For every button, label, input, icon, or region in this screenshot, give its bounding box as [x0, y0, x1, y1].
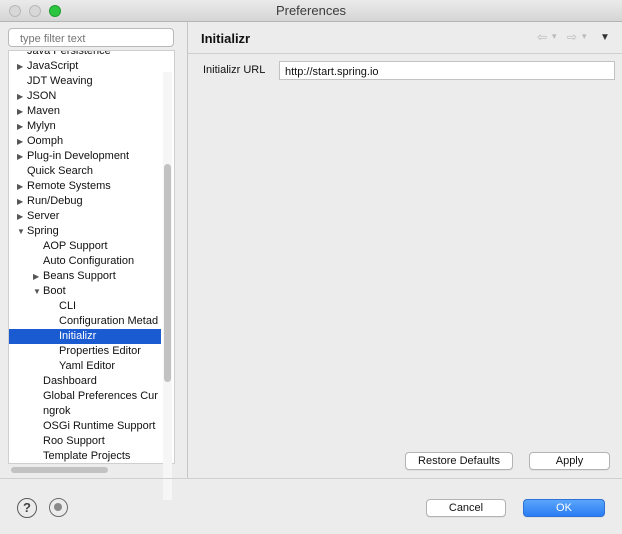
tree-item[interactable]: Template Projects — [9, 449, 161, 463]
header-separator — [188, 53, 622, 54]
collapse-triangle-icon[interactable]: ▶ — [17, 194, 23, 209]
collapse-triangle-icon[interactable]: ▶ — [17, 59, 23, 74]
tree-item[interactable]: ▼ Spring — [9, 224, 161, 239]
help-icon[interactable]: ? — [17, 498, 37, 518]
cancel-button[interactable]: Cancel — [426, 499, 506, 517]
tree-item-label: Roo Support — [43, 435, 105, 447]
tree-item-label: Server — [27, 210, 60, 222]
tree-item[interactable]: ▶ Run/Debug — [9, 194, 161, 209]
footer-separator — [0, 478, 622, 479]
tree-item-label: JDT Weaving — [27, 75, 93, 87]
tree-item[interactable]: OSGi Runtime Support — [9, 419, 161, 434]
tree-item-label: Yaml Editor — [59, 360, 116, 372]
tree-item[interactable]: ▶ Mylyn — [9, 119, 161, 134]
tree-item[interactable]: Dashboard — [9, 374, 161, 389]
tree-item-label: Boot — [43, 285, 66, 297]
forward-arrow-icon[interactable]: ⇨ — [567, 30, 577, 44]
horizontal-scroll-thumb[interactable] — [11, 467, 108, 473]
tree-item[interactable]: ▶ Remote Systems — [9, 179, 161, 194]
tree-item-label: CLI — [59, 300, 77, 312]
tree-item[interactable]: Yaml Editor — [9, 359, 161, 374]
tree-horizontal-scrollbar[interactable] — [8, 466, 160, 474]
tree-item[interactable]: ▶ JSON — [9, 89, 161, 104]
tree-item-label: Template Projects — [43, 450, 131, 462]
preferences-tree: Java Persistence ▶ JavaScript JDT Weaving ▶ J… — [8, 50, 175, 464]
page-title: Initializr — [201, 31, 251, 46]
tree-item-label: OSGi Runtime Support — [43, 420, 156, 432]
tree-item[interactable]: Roo Support — [9, 434, 161, 449]
tree-item[interactable]: Global Preferences Cur — [9, 389, 161, 404]
tree-item-label: ngrok — [43, 405, 71, 417]
collapse-triangle-icon[interactable]: ▶ — [17, 104, 23, 119]
collapse-triangle-icon[interactable]: ▶ — [17, 119, 23, 134]
initializr-url-label: Initializr URL — [203, 64, 266, 76]
chevron-down-icon[interactable]: ▾ — [552, 31, 557, 42]
initializr-url-field[interactable] — [279, 61, 615, 80]
tree-item-label: Plug-in Development — [27, 150, 130, 162]
tree-item[interactable]: ngrok — [9, 404, 161, 419]
tree-vertical-scrollbar[interactable] — [163, 72, 172, 500]
tree-item[interactable]: Auto Configuration — [9, 254, 161, 269]
chevron-down-icon[interactable]: ▾ — [582, 31, 587, 42]
tree-item-label: Mylyn — [27, 120, 56, 132]
tree-item[interactable]: Quick Search — [9, 164, 161, 179]
collapse-triangle-icon[interactable]: ▶ — [17, 209, 23, 224]
tree-item[interactable]: ▶ Maven — [9, 104, 161, 119]
tree-item-label: Spring — [27, 225, 59, 237]
restore-defaults-button[interactable]: Restore Defaults — [405, 452, 513, 470]
pane-divider[interactable] — [187, 22, 188, 478]
tree-item[interactable]: ▼ Boot — [9, 284, 161, 299]
tree-item-label: Run/Debug — [27, 195, 83, 207]
tree-item[interactable]: Configuration Metad — [9, 314, 161, 329]
collapse-triangle-icon[interactable]: ▶ — [17, 89, 23, 104]
tree-item[interactable]: ▶ Beans Support — [9, 269, 161, 284]
collapse-triangle-icon[interactable]: ▶ — [17, 149, 23, 164]
filter-input[interactable] — [8, 28, 174, 47]
tree-item-label: Beans Support — [43, 270, 116, 282]
tree-item-label: Remote Systems — [27, 180, 111, 192]
title-bar: Preferences — [0, 0, 622, 22]
vertical-scroll-thumb[interactable] — [164, 164, 171, 382]
tree-item[interactable]: ▶ Server — [9, 209, 161, 224]
collapse-triangle-icon[interactable]: ▶ — [33, 269, 39, 284]
expand-triangle-icon[interactable]: ▼ — [33, 284, 41, 299]
apply-button[interactable]: Apply — [529, 452, 610, 470]
tree-item-label: Properties Editor — [59, 345, 141, 357]
record-icon[interactable] — [49, 498, 68, 517]
view-menu-icon[interactable]: ▼ — [600, 32, 610, 43]
collapse-triangle-icon[interactable]: ▶ — [17, 179, 23, 194]
tree-item[interactable]: ▶ JavaScript — [9, 59, 161, 74]
tree-item-label: AOP Support — [43, 240, 108, 252]
tree-item[interactable]: Initializr — [9, 329, 161, 344]
tree-item[interactable]: Properties Editor — [9, 344, 161, 359]
tree-item[interactable]: Java Persistence — [9, 50, 161, 59]
collapse-triangle-icon[interactable]: ▶ — [17, 134, 23, 149]
ok-button[interactable]: OK — [523, 499, 605, 517]
tree-item-label: Quick Search — [27, 165, 94, 177]
tree-item-label: Configuration Metad — [59, 315, 159, 327]
tree-item-label: Oomph — [27, 135, 64, 147]
tree-item[interactable]: ▶ Oomph — [9, 134, 161, 149]
tree-item-label: Global Preferences Cur — [43, 390, 158, 402]
tree-item-label: JavaScript — [27, 60, 79, 72]
back-arrow-icon[interactable]: ⇦ — [537, 30, 547, 44]
tree-item[interactable]: AOP Support — [9, 239, 161, 254]
tree-item-label: JSON — [27, 90, 57, 102]
tree-item[interactable]: JDT Weaving — [9, 74, 161, 89]
window-title: Preferences — [275, 3, 347, 18]
tree-item-label: Dashboard — [43, 375, 97, 387]
tree-item[interactable]: ▶ Plug-in Development — [9, 149, 161, 164]
tree-item-label: Maven — [27, 105, 61, 117]
expand-triangle-icon[interactable]: ▼ — [17, 224, 25, 239]
tree-item[interactable]: CLI — [9, 299, 161, 314]
left-pane: Java Persistence ▶ JavaScript JDT Weaving ▶ J… — [0, 22, 181, 500]
record-dot — [54, 503, 62, 511]
tree-item-label: Initializr — [59, 330, 97, 342]
tree-item-label: Auto Configuration — [43, 255, 135, 267]
tree-item-label: Java Persistence — [27, 50, 111, 57]
tree-rows: Java Persistence ▶ JavaScript JDT Weaving ▶ J… — [9, 50, 161, 463]
